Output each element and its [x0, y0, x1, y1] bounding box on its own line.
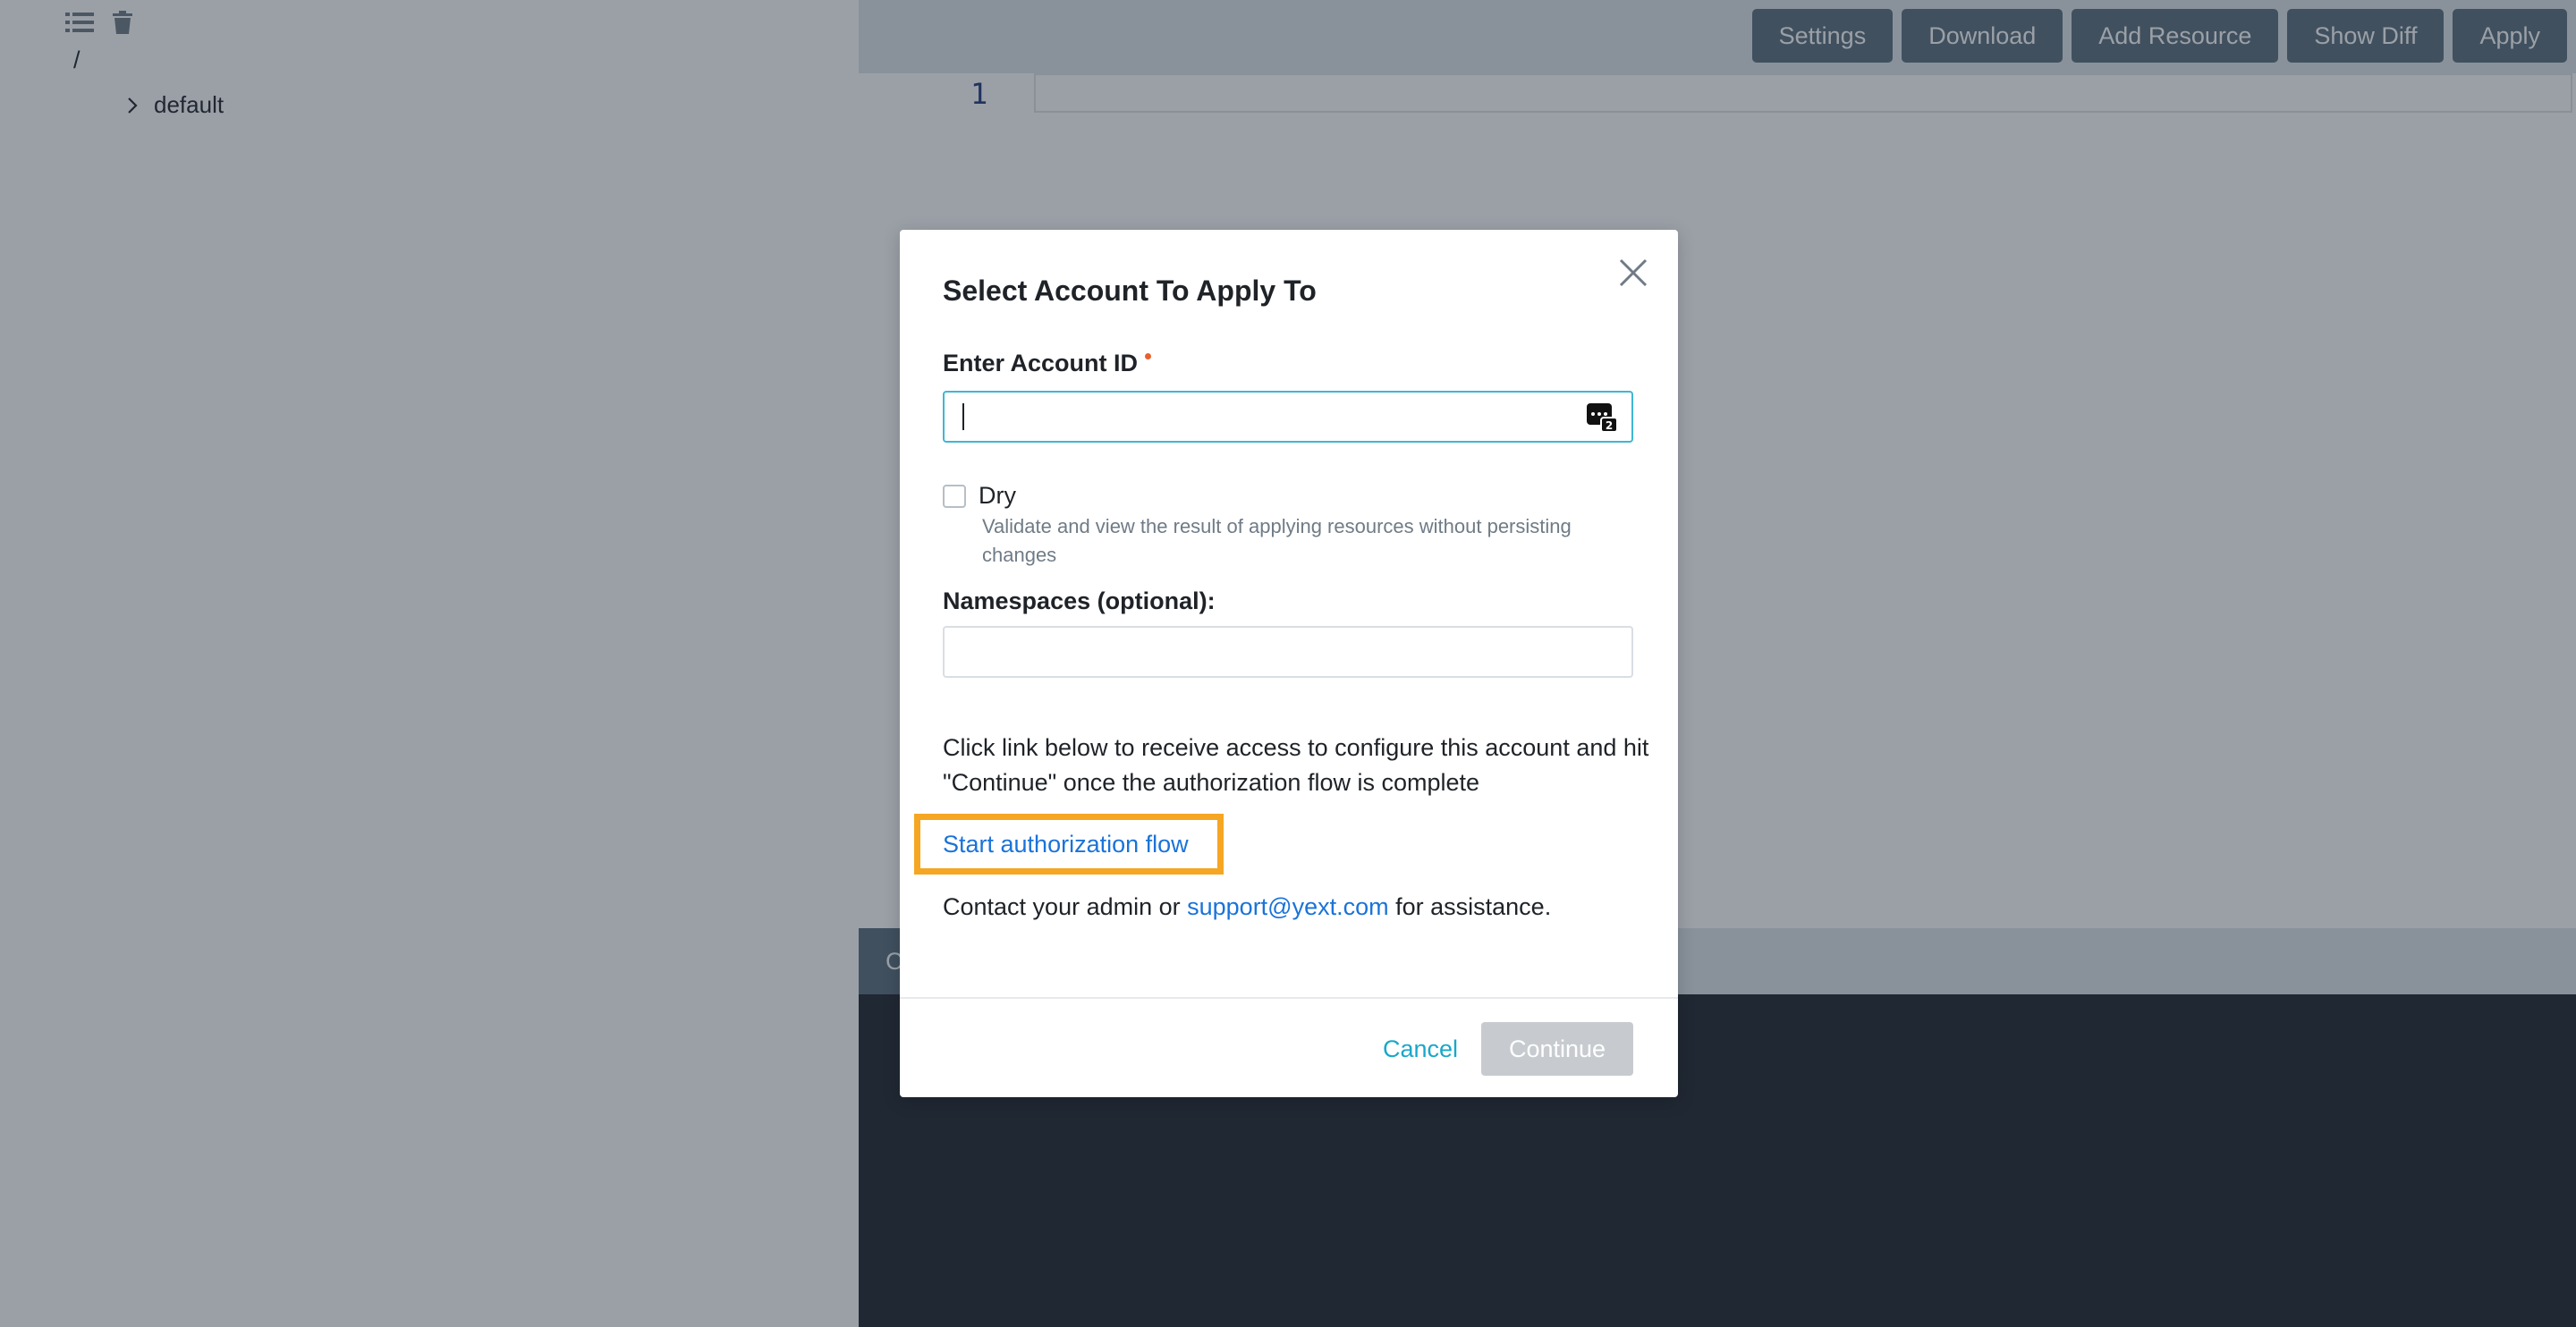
- contact-text: Contact your admin or support@yext.com f…: [943, 893, 1551, 921]
- text-cursor: [962, 403, 964, 430]
- modal-footer-divider: [900, 997, 1678, 999]
- cancel-button[interactable]: Cancel: [1374, 1022, 1467, 1076]
- app-root: / default Settings Download Add Resource…: [0, 0, 2576, 1327]
- dry-option[interactable]: Dry: [943, 482, 1016, 510]
- account-id-input[interactable]: [943, 391, 1633, 443]
- dry-label[interactable]: Dry: [979, 482, 1016, 510]
- support-email-link[interactable]: support@yext.com: [1187, 893, 1389, 920]
- required-indicator: [1145, 353, 1152, 359]
- contact-suffix: for assistance.: [1388, 893, 1552, 920]
- continue-button[interactable]: Continue: [1481, 1022, 1633, 1076]
- modal-title: Select Account To Apply To: [943, 275, 1317, 307]
- svg-text:2: 2: [1606, 419, 1613, 432]
- password-manager-icon[interactable]: 2: [1585, 400, 1619, 434]
- contact-prefix: Contact your admin or: [943, 893, 1188, 920]
- authorization-instructions: Click link below to receive access to co…: [943, 734, 1649, 796]
- close-icon[interactable]: [1614, 253, 1653, 292]
- select-account-modal: Select Account To Apply To Enter Account…: [900, 230, 1678, 1097]
- authorization-link-highlight: Start authorization flow: [914, 814, 1224, 875]
- start-authorization-link[interactable]: Start authorization flow: [943, 831, 1189, 858]
- namespaces-input[interactable]: [943, 626, 1633, 678]
- dry-checkbox[interactable]: [943, 484, 966, 508]
- namespaces-label: Namespaces (optional):: [943, 587, 1216, 614]
- dry-help-text: Validate and view the result of applying…: [982, 515, 1572, 566]
- account-id-label-text: Enter Account ID: [943, 350, 1139, 376]
- account-id-label: Enter Account ID: [943, 350, 1152, 377]
